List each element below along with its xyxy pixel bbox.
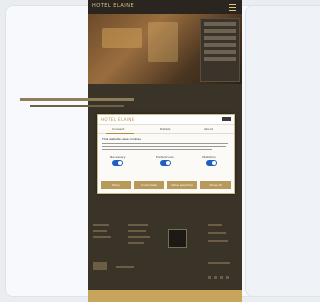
footer-text-line: [116, 266, 134, 268]
toggle-necessary[interactable]: [112, 160, 123, 166]
consent-toggles: Necessary Preferences Statistics: [98, 155, 234, 175]
consent-buttons: Deny Customize Allow selection Allow all: [101, 181, 231, 189]
booking-field[interactable]: [204, 43, 236, 47]
site-header: HOTEL ELAINE: [88, 0, 242, 15]
dialog-text-line: [102, 149, 212, 150]
footer-text-line: [208, 240, 228, 242]
page-subheadline: [30, 105, 124, 107]
tab-details[interactable]: Details: [160, 127, 170, 131]
dialog-brand-badge: [222, 117, 231, 121]
toggle-preferences[interactable]: [160, 160, 171, 166]
allow-selection-button[interactable]: Allow selection: [167, 181, 197, 189]
hero-light: [148, 22, 178, 62]
footer-text-line: [128, 224, 148, 226]
tab-consent[interactable]: Consent: [112, 127, 124, 131]
menu-icon[interactable]: [229, 4, 236, 11]
booking-field[interactable]: [204, 29, 236, 33]
booking-field[interactable]: [204, 50, 236, 54]
footer-text-line: [128, 230, 146, 232]
booking-field[interactable]: [204, 36, 236, 40]
dialog-text-line: [102, 146, 226, 147]
footer-text-line: [128, 236, 150, 238]
hero-light: [102, 28, 142, 48]
footer-text-line: [93, 230, 107, 232]
dialog-title: This website uses cookies: [102, 137, 141, 141]
footer-text-line: [93, 236, 111, 238]
tab-about[interactable]: About: [204, 127, 213, 131]
footer-text-line: [93, 224, 109, 226]
social-icon[interactable]: [214, 276, 217, 279]
side-card: [245, 5, 320, 297]
allow-all-button[interactable]: Allow all: [200, 181, 231, 189]
dialog-logo: HOTEL ELAINE: [101, 117, 135, 122]
dialog-header: HOTEL ELAINE: [98, 115, 234, 125]
customize-button[interactable]: Customize: [134, 181, 164, 189]
toggle-label-preferences: Preferences: [156, 155, 174, 159]
social-icon[interactable]: [208, 276, 211, 279]
qr-code-icon: [168, 229, 187, 248]
footer-text-line: [208, 262, 230, 264]
toggle-label-statistics: Statistics: [202, 155, 216, 159]
booking-field[interactable]: [204, 22, 236, 26]
hero-image: [88, 14, 242, 84]
footer-text-line: [208, 224, 222, 226]
social-icon[interactable]: [226, 276, 229, 279]
footer-logo: [93, 262, 107, 270]
footer-text-line: [208, 232, 226, 234]
toggle-statistics[interactable]: [206, 160, 217, 166]
bottom-booking-bar[interactable]: [88, 290, 242, 302]
page-headline: [20, 98, 134, 101]
deny-button[interactable]: Deny: [101, 181, 131, 189]
booking-field[interactable]: [204, 57, 236, 61]
booking-widget[interactable]: [200, 18, 240, 82]
toggle-label-necessary: Necessary: [110, 155, 126, 159]
social-icon[interactable]: [220, 276, 223, 279]
footer-text-line: [128, 242, 144, 244]
site-brand: HOTEL ELAINE: [92, 3, 135, 9]
dialog-text-line: [102, 143, 228, 144]
tab-active-indicator: [106, 133, 134, 134]
cookie-consent-dialog: HOTEL ELAINE Consent Details About This …: [97, 114, 235, 194]
